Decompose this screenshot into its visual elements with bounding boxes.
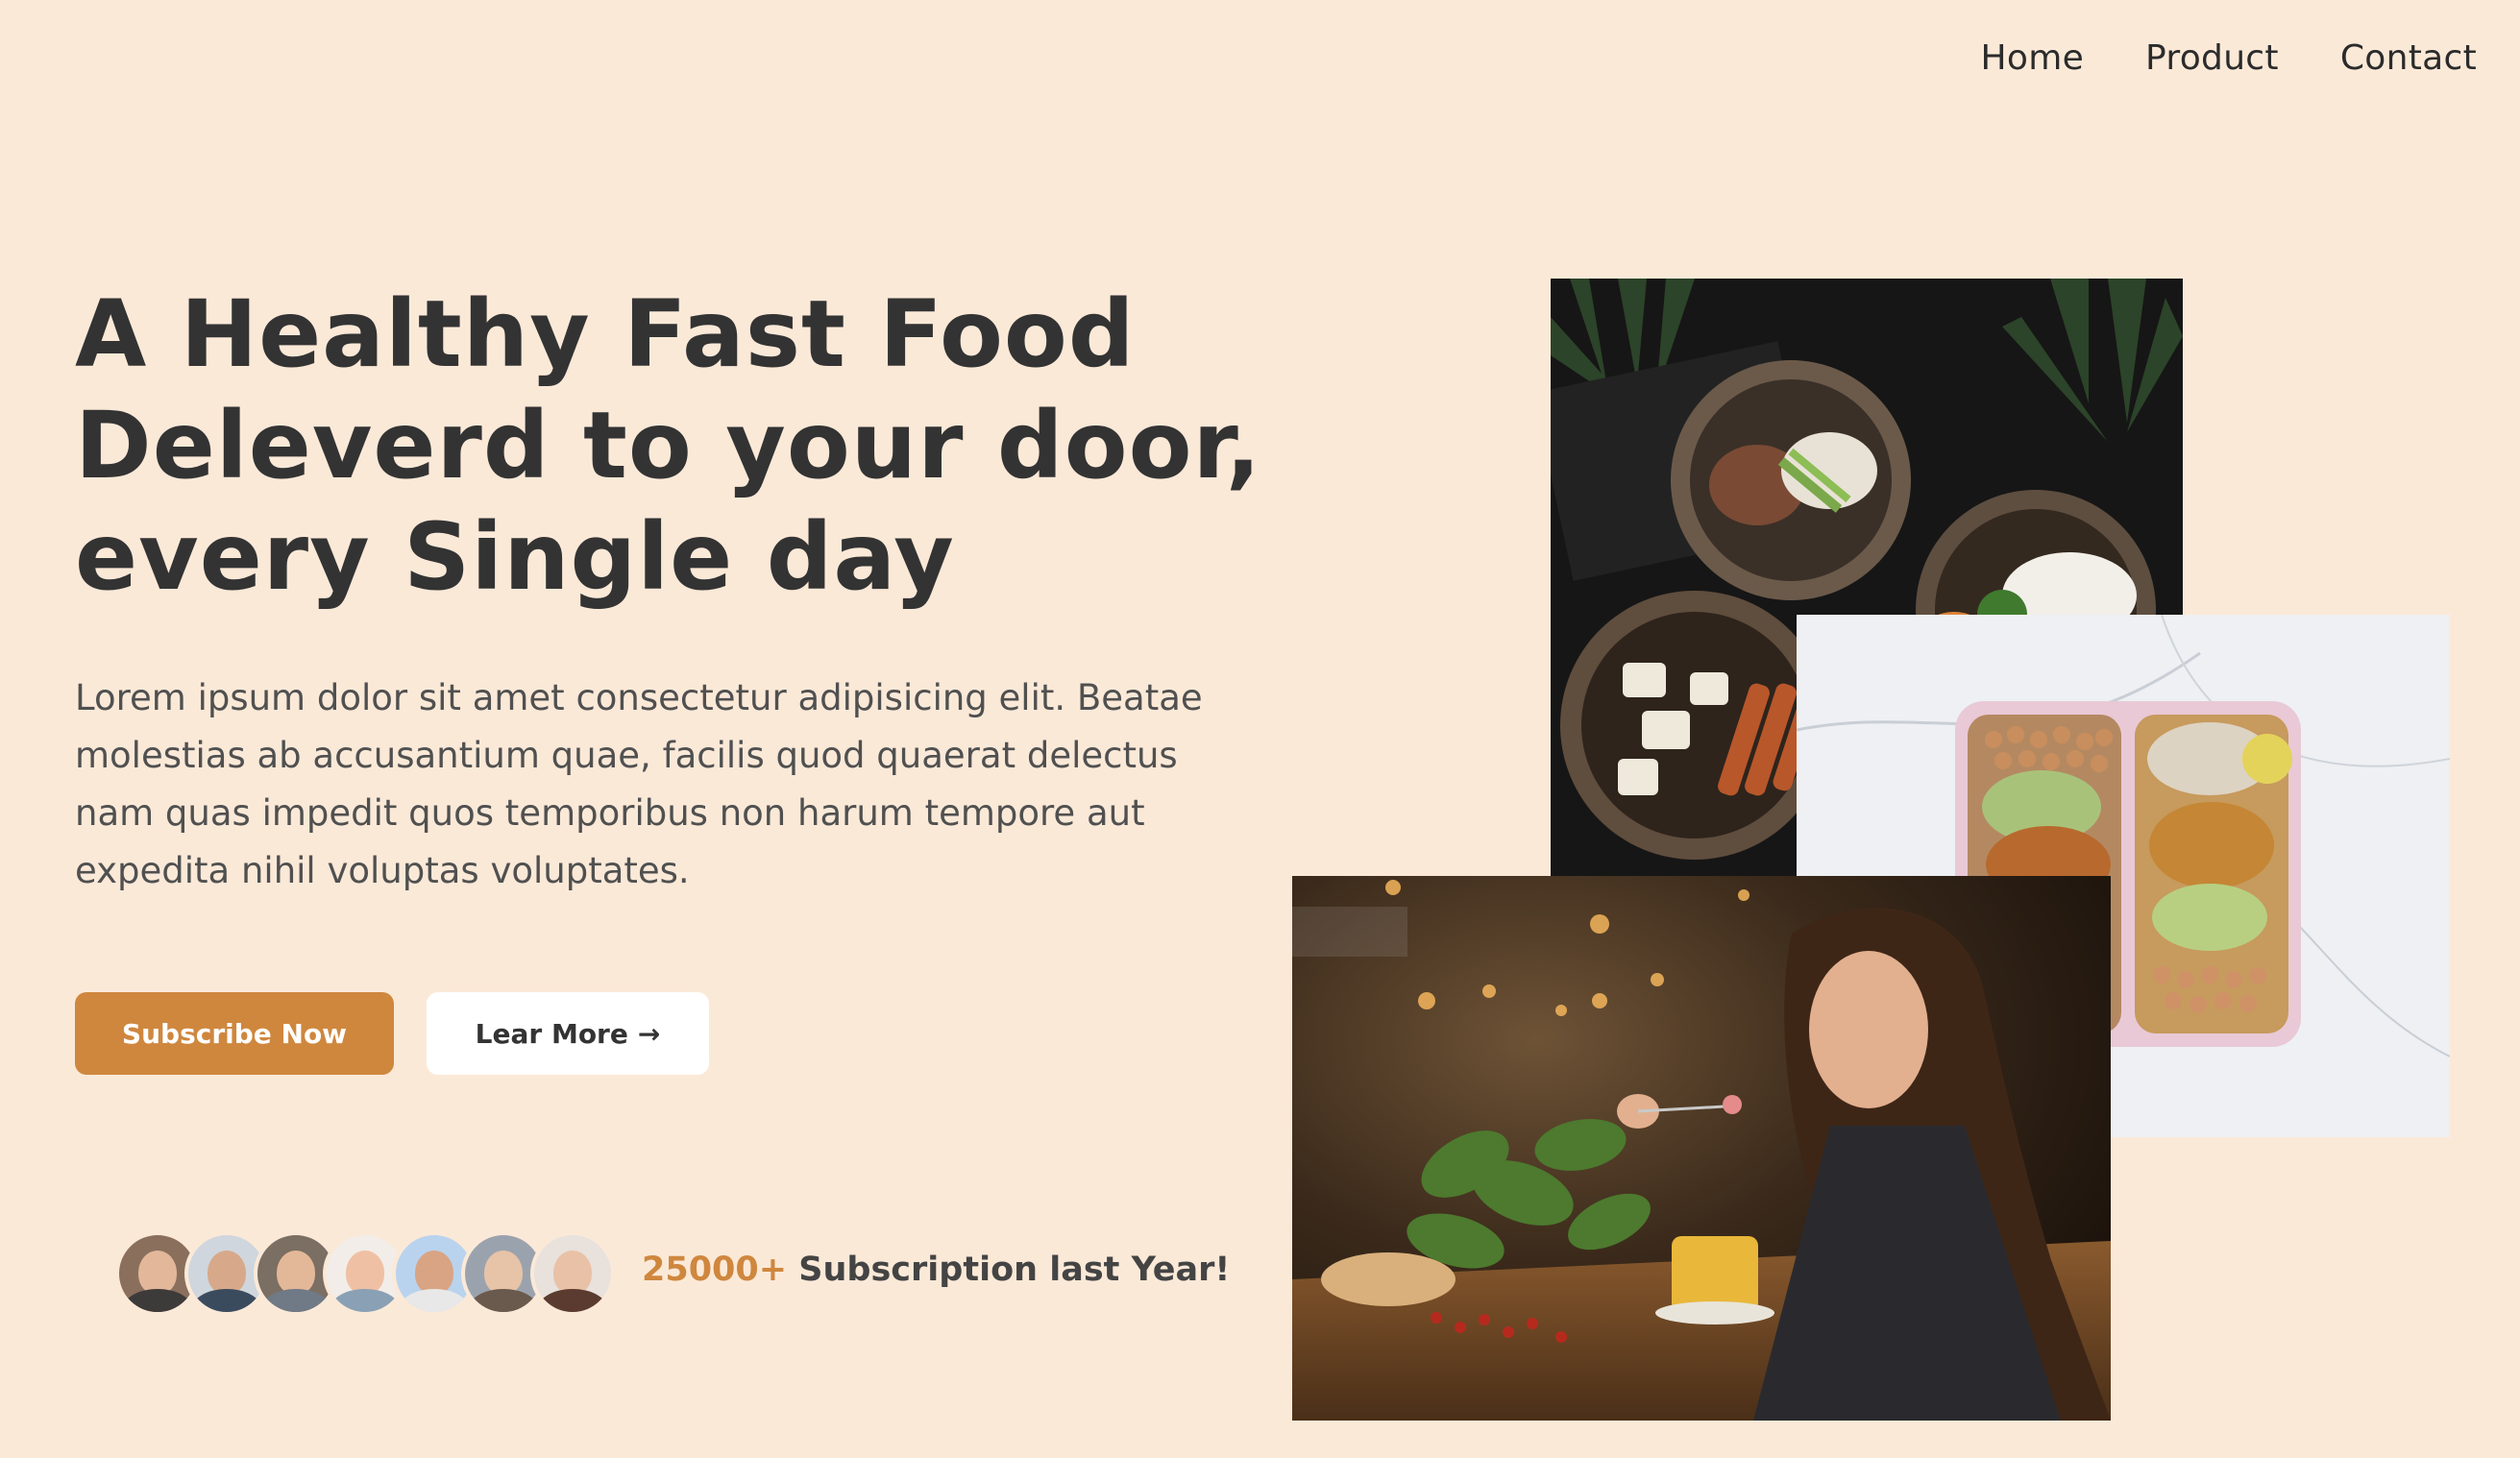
woman-eating-image <box>1292 876 2111 1421</box>
nav-home-link[interactable]: Home <box>1981 38 2085 78</box>
hero-title-line-2: Deleverd to your door, <box>75 392 1262 499</box>
nav-product-link[interactable]: Product <box>2145 38 2279 78</box>
arrow-right-icon: → <box>637 1017 661 1050</box>
landing-page: Home Product Contact A Healthy Fast Food… <box>0 0 2520 1458</box>
hero-description: Lorem ipsum dolor sit amet consectetur a… <box>75 677 1203 891</box>
subscription-label: Subscription last Year! <box>798 1251 1231 1289</box>
subscribe-now-button[interactable]: Subscribe Now <box>75 992 394 1075</box>
main-nav: Home Product Contact <box>1981 38 2477 78</box>
hero-title-line-3: every Single day <box>75 503 955 611</box>
nav-contact-link[interactable]: Contact <box>2340 38 2477 78</box>
subscription-stat: 25000+ Subscription last Year! <box>642 1251 1230 1289</box>
learn-more-label: Lear More <box>475 1017 628 1050</box>
learn-more-button[interactable]: Lear More → <box>427 992 709 1075</box>
subscribe-now-label: Subscribe Now <box>121 1017 348 1050</box>
subscription-count: 25000+ <box>642 1251 788 1289</box>
hero-title-line-1: A Healthy Fast Food <box>75 280 1136 388</box>
subscriber-avatars <box>115 1231 615 1316</box>
hero-title: A Healthy Fast Food Deleverd to your doo… <box>75 279 1305 613</box>
avatar <box>530 1231 615 1316</box>
woman-eating-illustration <box>1292 876 2111 1421</box>
